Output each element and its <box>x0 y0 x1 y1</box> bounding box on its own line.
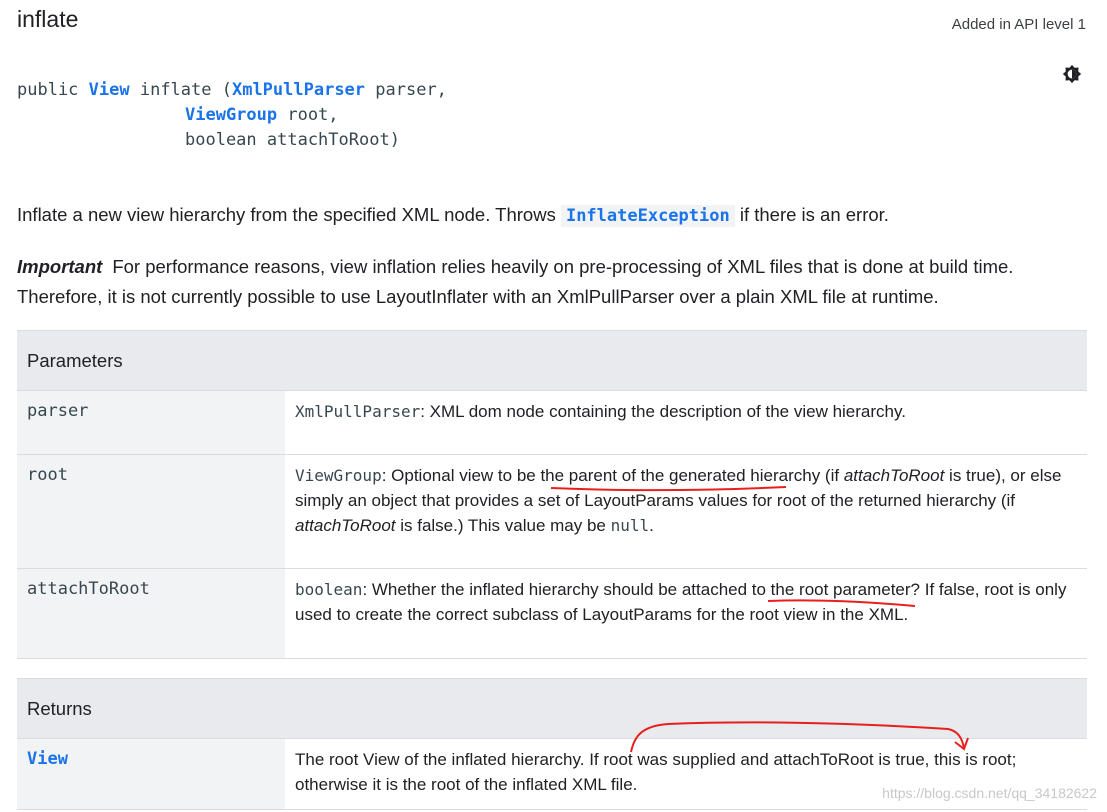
table-row: root ViewGroup: Optional view to be the … <box>17 454 1087 569</box>
method-description: Inflate a new view hierarchy from the sp… <box>17 202 889 229</box>
param-text: . <box>649 516 654 535</box>
param-type: boolean <box>295 580 363 599</box>
param-description: ViewGroup: Optional view to be the paren… <box>285 454 1087 569</box>
param-text: : Whether the inflated hierarchy should … <box>295 580 1067 624</box>
method-title: inflate <box>17 6 79 32</box>
method-name-text: inflate ( <box>129 80 232 100</box>
param-name: root <box>17 454 285 569</box>
param-text: is false.) This value may be <box>395 516 611 535</box>
param-description: boolean: Whether the inflated hierarchy … <box>285 568 1087 659</box>
description-text: Inflate a new view hierarchy from the sp… <box>17 204 561 225</box>
modifier-text: public <box>17 80 89 100</box>
parameters-header: Parameters <box>17 330 1087 391</box>
param-italic: attachToRoot <box>295 516 396 535</box>
return-type-link[interactable]: View <box>89 80 130 100</box>
param1-name: parser, <box>365 80 447 100</box>
param-type: ViewGroup <box>295 466 382 485</box>
important-note: Important For performance reasons, view i… <box>17 252 1087 312</box>
inflate-exception-link[interactable]: InflateException <box>560 205 735 227</box>
param1-type-link[interactable]: XmlPullParser <box>232 80 365 100</box>
important-text: For performance reasons, view inflation … <box>17 256 1014 307</box>
description-text-end: if there is an error. <box>734 204 889 225</box>
return-type-link[interactable]: View <box>17 738 285 810</box>
parameters-table: Parameters parser XmlPullParser: XML dom… <box>17 330 1087 659</box>
param-text: : XML dom node containing the descriptio… <box>420 402 906 421</box>
param-description: XmlPullParser: XML dom node containing t… <box>285 390 1087 455</box>
param2-type-link[interactable]: ViewGroup <box>185 105 277 125</box>
watermark-text: https://blog.csdn.net/qq_34182622 <box>882 785 1097 801</box>
null-code: null <box>610 516 650 535</box>
param3-text: boolean attachToRoot) <box>185 130 400 150</box>
api-level-label: Added in API level 1 <box>951 16 1086 33</box>
important-label: Important <box>17 256 103 277</box>
param-text: : Optional view to be the parent of the … <box>381 466 844 485</box>
param2-name: root, <box>277 105 339 125</box>
table-row: parser XmlPullParser: XML dom node conta… <box>17 390 1087 455</box>
brightness-icon[interactable] <box>1062 64 1082 84</box>
table-row: attachToRoot boolean: Whether the inflat… <box>17 568 1087 659</box>
param-name: parser <box>17 390 285 455</box>
method-signature: public View inflate (XmlPullParser parse… <box>17 78 447 153</box>
returns-header: Returns <box>17 678 1087 739</box>
param-name: attachToRoot <box>17 568 285 659</box>
param-type: XmlPullParser <box>295 402 421 421</box>
param-italic: attachToRoot <box>843 466 945 485</box>
